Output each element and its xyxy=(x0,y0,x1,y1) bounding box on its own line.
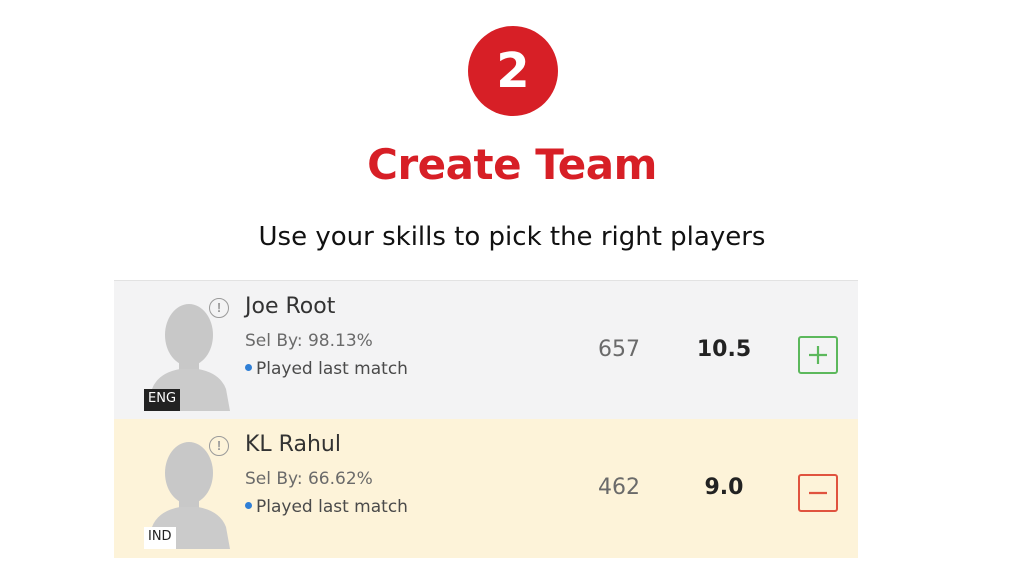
played-last-match-status: Played last match xyxy=(245,497,408,517)
player-name: KL Rahul xyxy=(245,432,341,457)
status-dot-icon xyxy=(245,501,252,509)
played-last-match-status: Played last match xyxy=(245,359,408,379)
minus-icon xyxy=(809,491,827,495)
country-tag: ENG xyxy=(144,389,181,411)
step-number: 2 xyxy=(496,43,530,99)
player-credits: 9.0 xyxy=(704,475,744,500)
country-tag: IND xyxy=(144,527,176,549)
player-list: ENG ! Joe Root Sel By: 98.13% Played las… xyxy=(114,280,858,558)
status-dot-icon xyxy=(245,363,252,371)
player-points: 462 xyxy=(598,475,640,500)
plus-icon xyxy=(809,346,827,364)
played-status-label: Played last match xyxy=(256,359,408,379)
player-points: 657 xyxy=(598,337,640,362)
step-subtitle: Use your skills to pick the right player… xyxy=(258,222,766,252)
info-icon[interactable]: ! xyxy=(209,298,229,318)
step-number-badge: 2 xyxy=(468,26,558,116)
selected-by-percent: Sel By: 98.13% xyxy=(245,331,373,351)
step-title: Create Team xyxy=(367,140,657,189)
player-name: Joe Root xyxy=(245,294,336,319)
played-status-label: Played last match xyxy=(256,497,408,517)
info-icon[interactable]: ! xyxy=(209,436,229,456)
player-row[interactable]: ENG ! Joe Root Sel By: 98.13% Played las… xyxy=(114,280,858,419)
remove-player-button[interactable] xyxy=(798,474,838,512)
selected-by-percent: Sel By: 66.62% xyxy=(245,469,373,489)
player-row[interactable]: IND ! KL Rahul Sel By: 66.62% Played las… xyxy=(114,419,858,558)
add-player-button[interactable] xyxy=(798,336,838,374)
player-credits: 10.5 xyxy=(696,337,752,362)
